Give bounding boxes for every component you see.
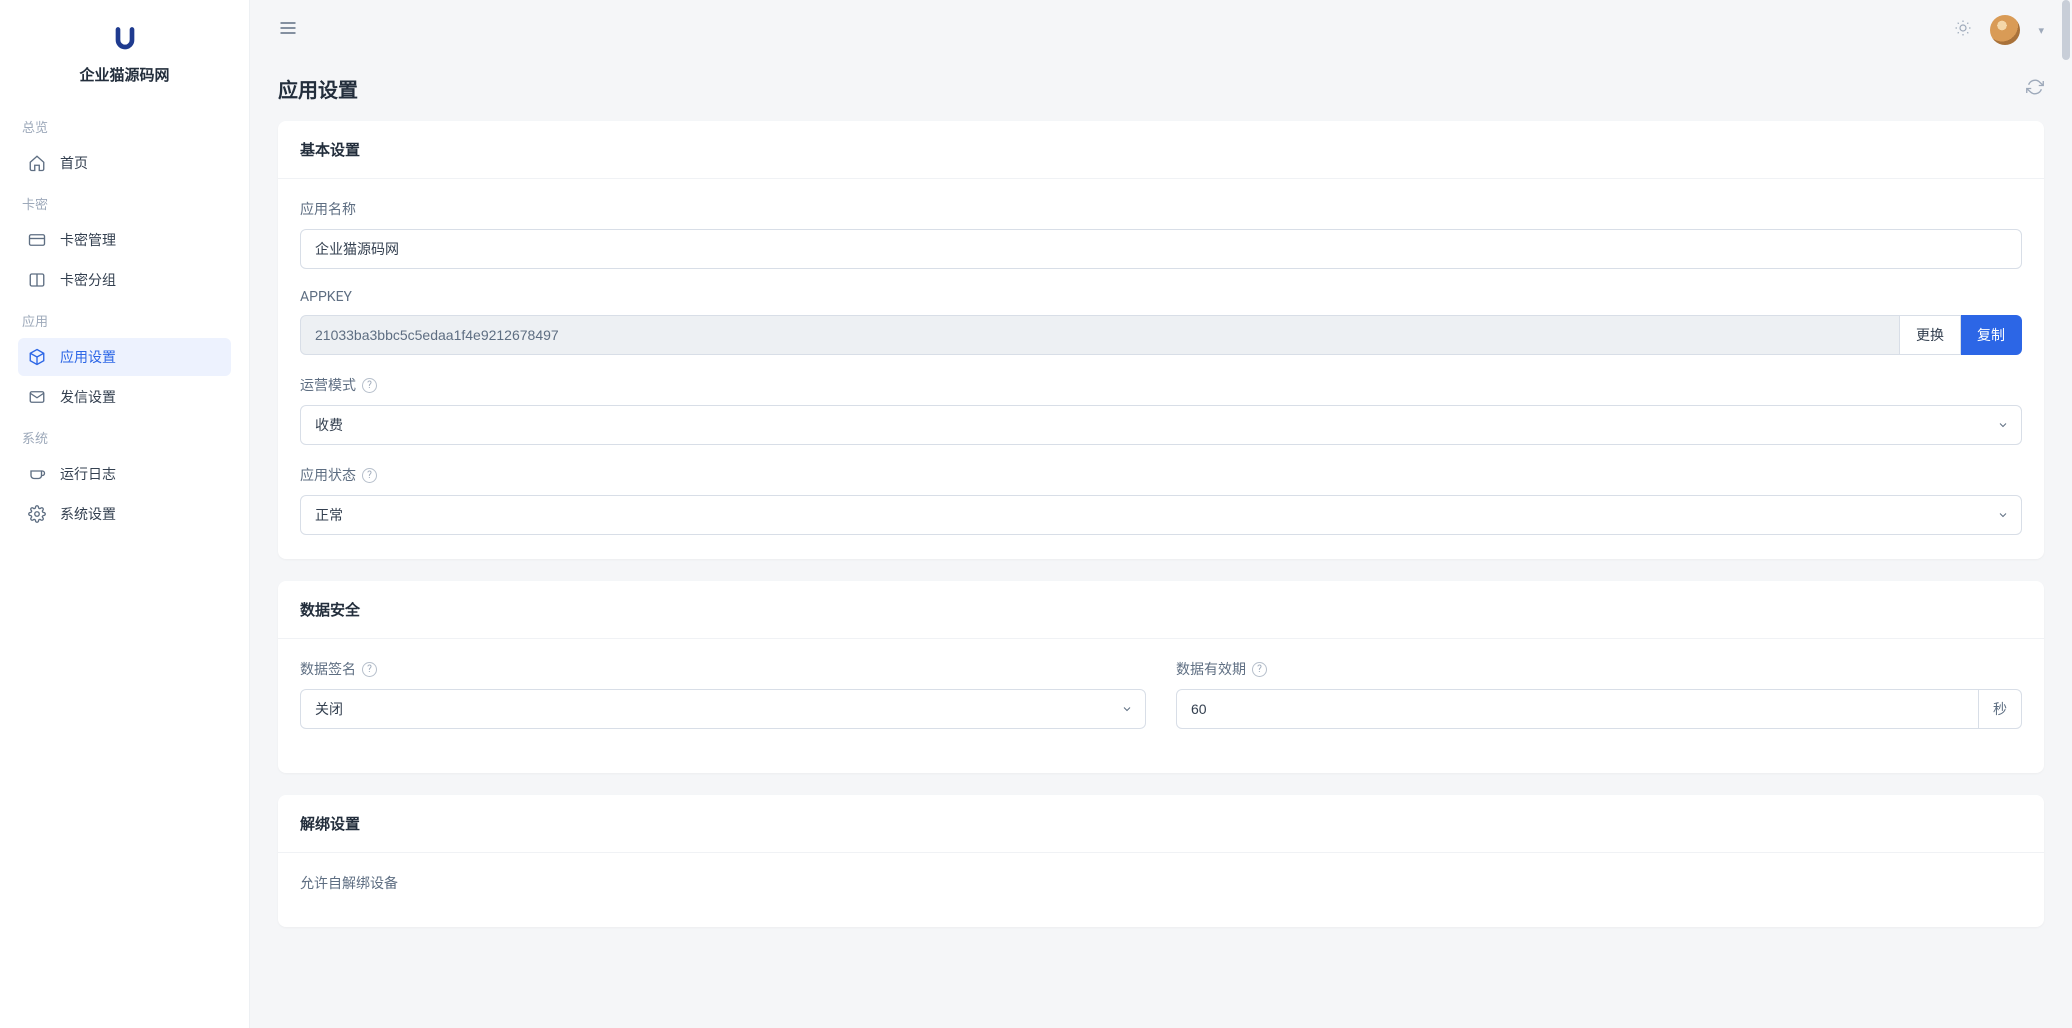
sidebar-item-label: 运行日志: [60, 464, 116, 484]
cube-icon: [28, 348, 46, 366]
label-status: 应用状态: [300, 465, 356, 485]
topbar: ▾: [250, 0, 2072, 60]
sidebar-item-logs[interactable]: 运行日志: [18, 455, 231, 493]
input-app-name[interactable]: [300, 229, 2022, 269]
input-appkey[interactable]: [300, 315, 1900, 355]
nav-heading: 总览: [18, 107, 231, 144]
home-icon: [28, 154, 46, 172]
label-allow-unbind: 允许自解绑设备: [300, 873, 2022, 893]
sidebar-item-card-group[interactable]: 卡密分组: [18, 261, 231, 299]
nav-heading: 应用: [18, 301, 231, 338]
help-icon[interactable]: ?: [362, 378, 377, 393]
nav-heading: 卡密: [18, 184, 231, 221]
sidebar-item-label: 卡密分组: [60, 270, 116, 290]
brand: 企业猫源码网: [0, 18, 249, 107]
select-status[interactable]: 正常: [300, 495, 2022, 535]
sidebar-item-app-settings[interactable]: 应用设置: [18, 338, 231, 376]
label-sign: 数据签名: [300, 659, 356, 679]
card-security-header: 数据安全: [278, 581, 2044, 639]
card-unbind-header: 解绑设置: [278, 795, 2044, 853]
brand-logo-icon: [111, 26, 139, 54]
nav: 总览首页卡密卡密管理卡密分组应用应用设置发信设置系统运行日志系统设置: [0, 107, 249, 535]
mail-icon: [28, 388, 46, 406]
help-icon[interactable]: ?: [362, 662, 377, 677]
sidebar-item-label: 应用设置: [60, 347, 116, 367]
select-sign[interactable]: 关闭: [300, 689, 1146, 729]
help-icon[interactable]: ?: [362, 468, 377, 483]
menu-toggle-icon[interactable]: [278, 18, 298, 42]
coffee-icon: [28, 465, 46, 483]
avatar[interactable]: [1990, 15, 2020, 45]
label-mode: 运营模式: [300, 375, 356, 395]
input-ttl[interactable]: [1176, 689, 1979, 729]
sidebar-item-card-manage[interactable]: 卡密管理: [18, 221, 231, 259]
sidebar-item-label: 系统设置: [60, 504, 116, 524]
brand-name: 企业猫源码网: [79, 64, 169, 85]
select-mode[interactable]: 收费: [300, 405, 2022, 445]
card-basic-settings: 基本设置 应用名称 APPKEY 更换 复制: [278, 121, 2044, 559]
card-data-security: 数据安全 数据签名? 关闭 数据有效期? 秒: [278, 581, 2044, 773]
theme-toggle-icon[interactable]: [1954, 19, 1972, 41]
sidebar: 企业猫源码网 总览首页卡密卡密管理卡密分组应用应用设置发信设置系统运行日志系统设…: [0, 0, 250, 1028]
nav-heading: 系统: [18, 418, 231, 455]
change-appkey-button[interactable]: 更换: [1900, 315, 1961, 355]
columns-icon: [28, 271, 46, 289]
sidebar-item-label: 卡密管理: [60, 230, 116, 250]
scrollbar[interactable]: [2062, 0, 2070, 1028]
label-app-name: 应用名称: [300, 199, 2022, 219]
sidebar-item-label: 发信设置: [60, 387, 116, 407]
ttl-unit: 秒: [1979, 689, 2022, 729]
card-unbind-settings: 解绑设置 允许自解绑设备: [278, 795, 2044, 927]
sidebar-item-label: 首页: [60, 153, 88, 173]
gear-icon: [28, 505, 46, 523]
label-ttl: 数据有效期: [1176, 659, 1246, 679]
user-menu-chevron-icon[interactable]: ▾: [2038, 24, 2044, 37]
help-icon[interactable]: ?: [1252, 662, 1267, 677]
card-basic-header: 基本设置: [278, 121, 2044, 179]
sidebar-item-home[interactable]: 首页: [18, 144, 231, 182]
sidebar-item-mail-settings[interactable]: 发信设置: [18, 378, 231, 416]
label-appkey: APPKEY: [300, 289, 2022, 305]
sidebar-item-sys-settings[interactable]: 系统设置: [18, 495, 231, 533]
page-title: 应用设置: [278, 74, 358, 103]
refresh-icon[interactable]: [2026, 78, 2044, 100]
copy-appkey-button[interactable]: 复制: [1961, 315, 2022, 355]
card-icon: [28, 231, 46, 249]
